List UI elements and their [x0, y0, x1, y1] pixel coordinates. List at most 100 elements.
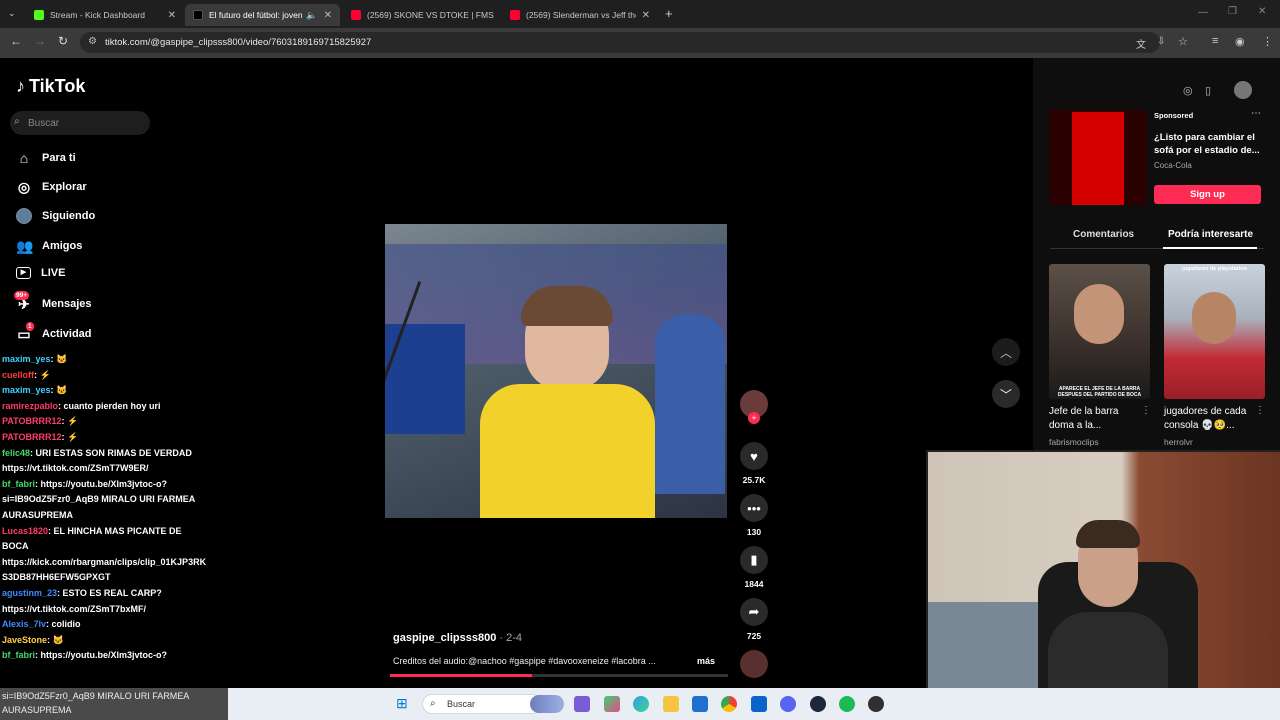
chat-username[interactable]: PATOBRRR12	[2, 416, 62, 426]
store-icon[interactable]	[692, 696, 708, 712]
chat-username[interactable]: maxim_yes	[2, 385, 51, 395]
files-icon[interactable]	[663, 696, 679, 712]
sound-disc-button[interactable]	[740, 650, 768, 678]
chat-username[interactable]: Lucas1820	[2, 526, 48, 536]
tiktok-logo[interactable]: ♪ TikTok	[16, 76, 85, 97]
tab-title: (2569) Slenderman vs Jeff the k	[526, 10, 636, 20]
steam-icon[interactable]	[810, 696, 826, 712]
comment-button[interactable]: ••• 130	[740, 494, 768, 537]
chat-text: : https://youtu.be/Xlm3jvtoc-o?	[35, 650, 168, 661]
ad-title[interactable]: ¿Listo para cambiar el sofá por el estad…	[1154, 131, 1264, 157]
maximize-icon[interactable]: ❐	[1228, 6, 1237, 17]
copilot-icon[interactable]	[604, 696, 620, 712]
close-icon[interactable]: ✕	[162, 10, 176, 21]
next-video-button[interactable]: ﹀	[992, 380, 1020, 408]
discord-icon[interactable]	[780, 696, 796, 712]
save-button[interactable]: ▮ 1844	[740, 546, 768, 589]
chat-username[interactable]: bf_fabri	[2, 650, 35, 660]
browser-tab[interactable]: (2569) Slenderman vs Jeff the k ✕	[502, 4, 658, 26]
install-icon[interactable]: ⇩	[1157, 36, 1165, 47]
ad-image[interactable]	[1050, 110, 1147, 205]
outlook-icon[interactable]	[751, 696, 767, 712]
browser-tab-active[interactable]: El futuro del fútbol: joven ta 🔈 ✕	[185, 4, 340, 26]
suggested-video-title[interactable]: Jefe de la barra doma a la...	[1049, 405, 1144, 433]
search-input[interactable]: ⌕ Buscar	[10, 111, 150, 135]
suggested-video-user[interactable]: fabrismoclips	[1049, 437, 1099, 447]
tab-search-icon[interactable]: ⌄	[8, 8, 16, 19]
suggested-video-title[interactable]: jugadores de cada consola 💀🥺...	[1164, 405, 1259, 433]
chat-username[interactable]: felic48	[2, 448, 30, 458]
edge-icon[interactable]	[633, 696, 649, 712]
back-icon[interactable]: ←	[10, 34, 22, 48]
author-avatar-button[interactable]: +	[740, 390, 768, 424]
chat-username[interactable]: JaveStone	[2, 635, 47, 645]
caption-more-link[interactable]: más	[697, 656, 715, 666]
nav-item-siguiendo[interactable]: Siguiendo	[16, 208, 95, 224]
address-bar[interactable]: ⚙ tiktok.com/@gaspipe_clipsss800/video/7…	[80, 32, 1160, 53]
media-icon[interactable]: ≡	[1212, 35, 1218, 47]
tab-podria-interesarte[interactable]: Podría interesarte	[1168, 229, 1253, 240]
nav-item-live[interactable]: ▶ LIVE	[16, 267, 65, 279]
teams-icon[interactable]	[574, 696, 590, 712]
nav-item-mensajes[interactable]: ✈ 99+ Mensajes	[14, 291, 92, 312]
chat-username[interactable]: ramirezpablo	[2, 401, 58, 411]
previous-video-button[interactable]: ︿	[992, 338, 1020, 366]
nav-item-para-ti[interactable]: ⌂ Para ti	[16, 150, 76, 166]
close-icon[interactable]: ✕	[494, 10, 499, 21]
chat-username[interactable]: maxim_yes	[2, 354, 51, 364]
site-info-icon[interactable]: ⚙	[88, 36, 97, 47]
suggested-video-user[interactable]: herrolvr	[1164, 437, 1193, 447]
more-icon[interactable]: ⋮	[1141, 405, 1151, 416]
close-window-icon[interactable]: ✕	[1258, 6, 1266, 17]
speaker-icon[interactable]: 🔈	[306, 10, 317, 21]
menu-icon[interactable]: ⋮	[1262, 35, 1273, 48]
share-button[interactable]: ➦ 725	[740, 598, 768, 641]
spotify-icon[interactable]	[839, 696, 855, 712]
reload-icon[interactable]: ↻	[58, 34, 68, 48]
chat-username[interactable]: bf_fabri	[2, 479, 35, 489]
video-progress-bar[interactable]	[390, 674, 728, 677]
chat-text: S3DB87HH6EFW5GPXGT	[2, 572, 111, 583]
tab-comentarios[interactable]: Comentarios	[1073, 229, 1134, 240]
nav-item-actividad[interactable]: ▭ 1 Actividad	[16, 322, 92, 342]
chat-username[interactable]: agustinm_23	[2, 588, 57, 598]
video-author[interactable]: gaspipe_clipsss800 · 2-4	[393, 632, 522, 644]
suggested-video-thumbnail[interactable]: APARECE EL JEFE DE LA BARRA DESPUES DEL …	[1049, 264, 1150, 399]
suggested-video-thumbnail[interactable]: jugadores de playstation	[1164, 264, 1265, 399]
chat-username[interactable]: cuelloff	[2, 370, 34, 380]
follow-plus-icon[interactable]: +	[748, 412, 760, 424]
nav-item-amigos[interactable]: 👥 Amigos	[16, 238, 82, 254]
search-highlight-icon[interactable]	[530, 695, 564, 713]
chat-text: : 🐱	[50, 354, 68, 364]
video-player[interactable]	[385, 224, 727, 518]
video-bg-figure	[655, 314, 725, 494]
browser-tab[interactable]: (2569) SKONE VS DTOKE | FMS ✕	[343, 4, 499, 26]
ad-brand[interactable]: Coca-Cola	[1154, 161, 1192, 170]
user-avatar[interactable]	[1234, 81, 1252, 99]
stream-chat: maxim_yes: 🐱 cuelloff: ⚡ maxim_yes: 🐱 ramir…	[2, 352, 228, 664]
avatar-icon	[16, 208, 32, 224]
nav-item-explorar[interactable]: ◎ Explorar	[16, 179, 87, 195]
compass-small-icon[interactable]: ◎	[1183, 84, 1193, 97]
ad-more-icon[interactable]: ⋯	[1251, 108, 1261, 119]
chrome-icon[interactable]	[721, 696, 737, 712]
minimize-icon[interactable]: —	[1198, 7, 1208, 18]
chat-username[interactable]: PATOBRRR12	[2, 432, 62, 442]
windows-icon[interactable]: ⊞	[396, 695, 408, 712]
close-icon[interactable]: ✕	[318, 10, 332, 21]
phone-icon[interactable]: ▯	[1205, 84, 1211, 97]
browser-tab[interactable]: Stream - Kick Dashboard ✕	[26, 4, 184, 26]
profile-icon[interactable]: ◉	[1235, 35, 1245, 48]
close-icon[interactable]: ✕	[636, 10, 650, 21]
forward-icon[interactable]: →	[34, 34, 46, 48]
translate-icon[interactable]: 文	[1136, 36, 1146, 51]
bookmark-star-icon[interactable]: ☆	[1178, 35, 1188, 48]
streamer-webcam	[926, 450, 1280, 720]
obs-icon[interactable]	[868, 696, 884, 712]
chat-username[interactable]: Alexis_7lv	[2, 619, 46, 629]
like-button[interactable]: ♥ 25.7K	[740, 442, 768, 485]
more-icon[interactable]: ⋮	[1255, 405, 1265, 416]
taskbar-search[interactable]: ⌕ Buscar	[422, 694, 542, 714]
ad-signup-button[interactable]: Sign up	[1154, 185, 1261, 204]
plus-icon[interactable]: +	[665, 6, 673, 21]
